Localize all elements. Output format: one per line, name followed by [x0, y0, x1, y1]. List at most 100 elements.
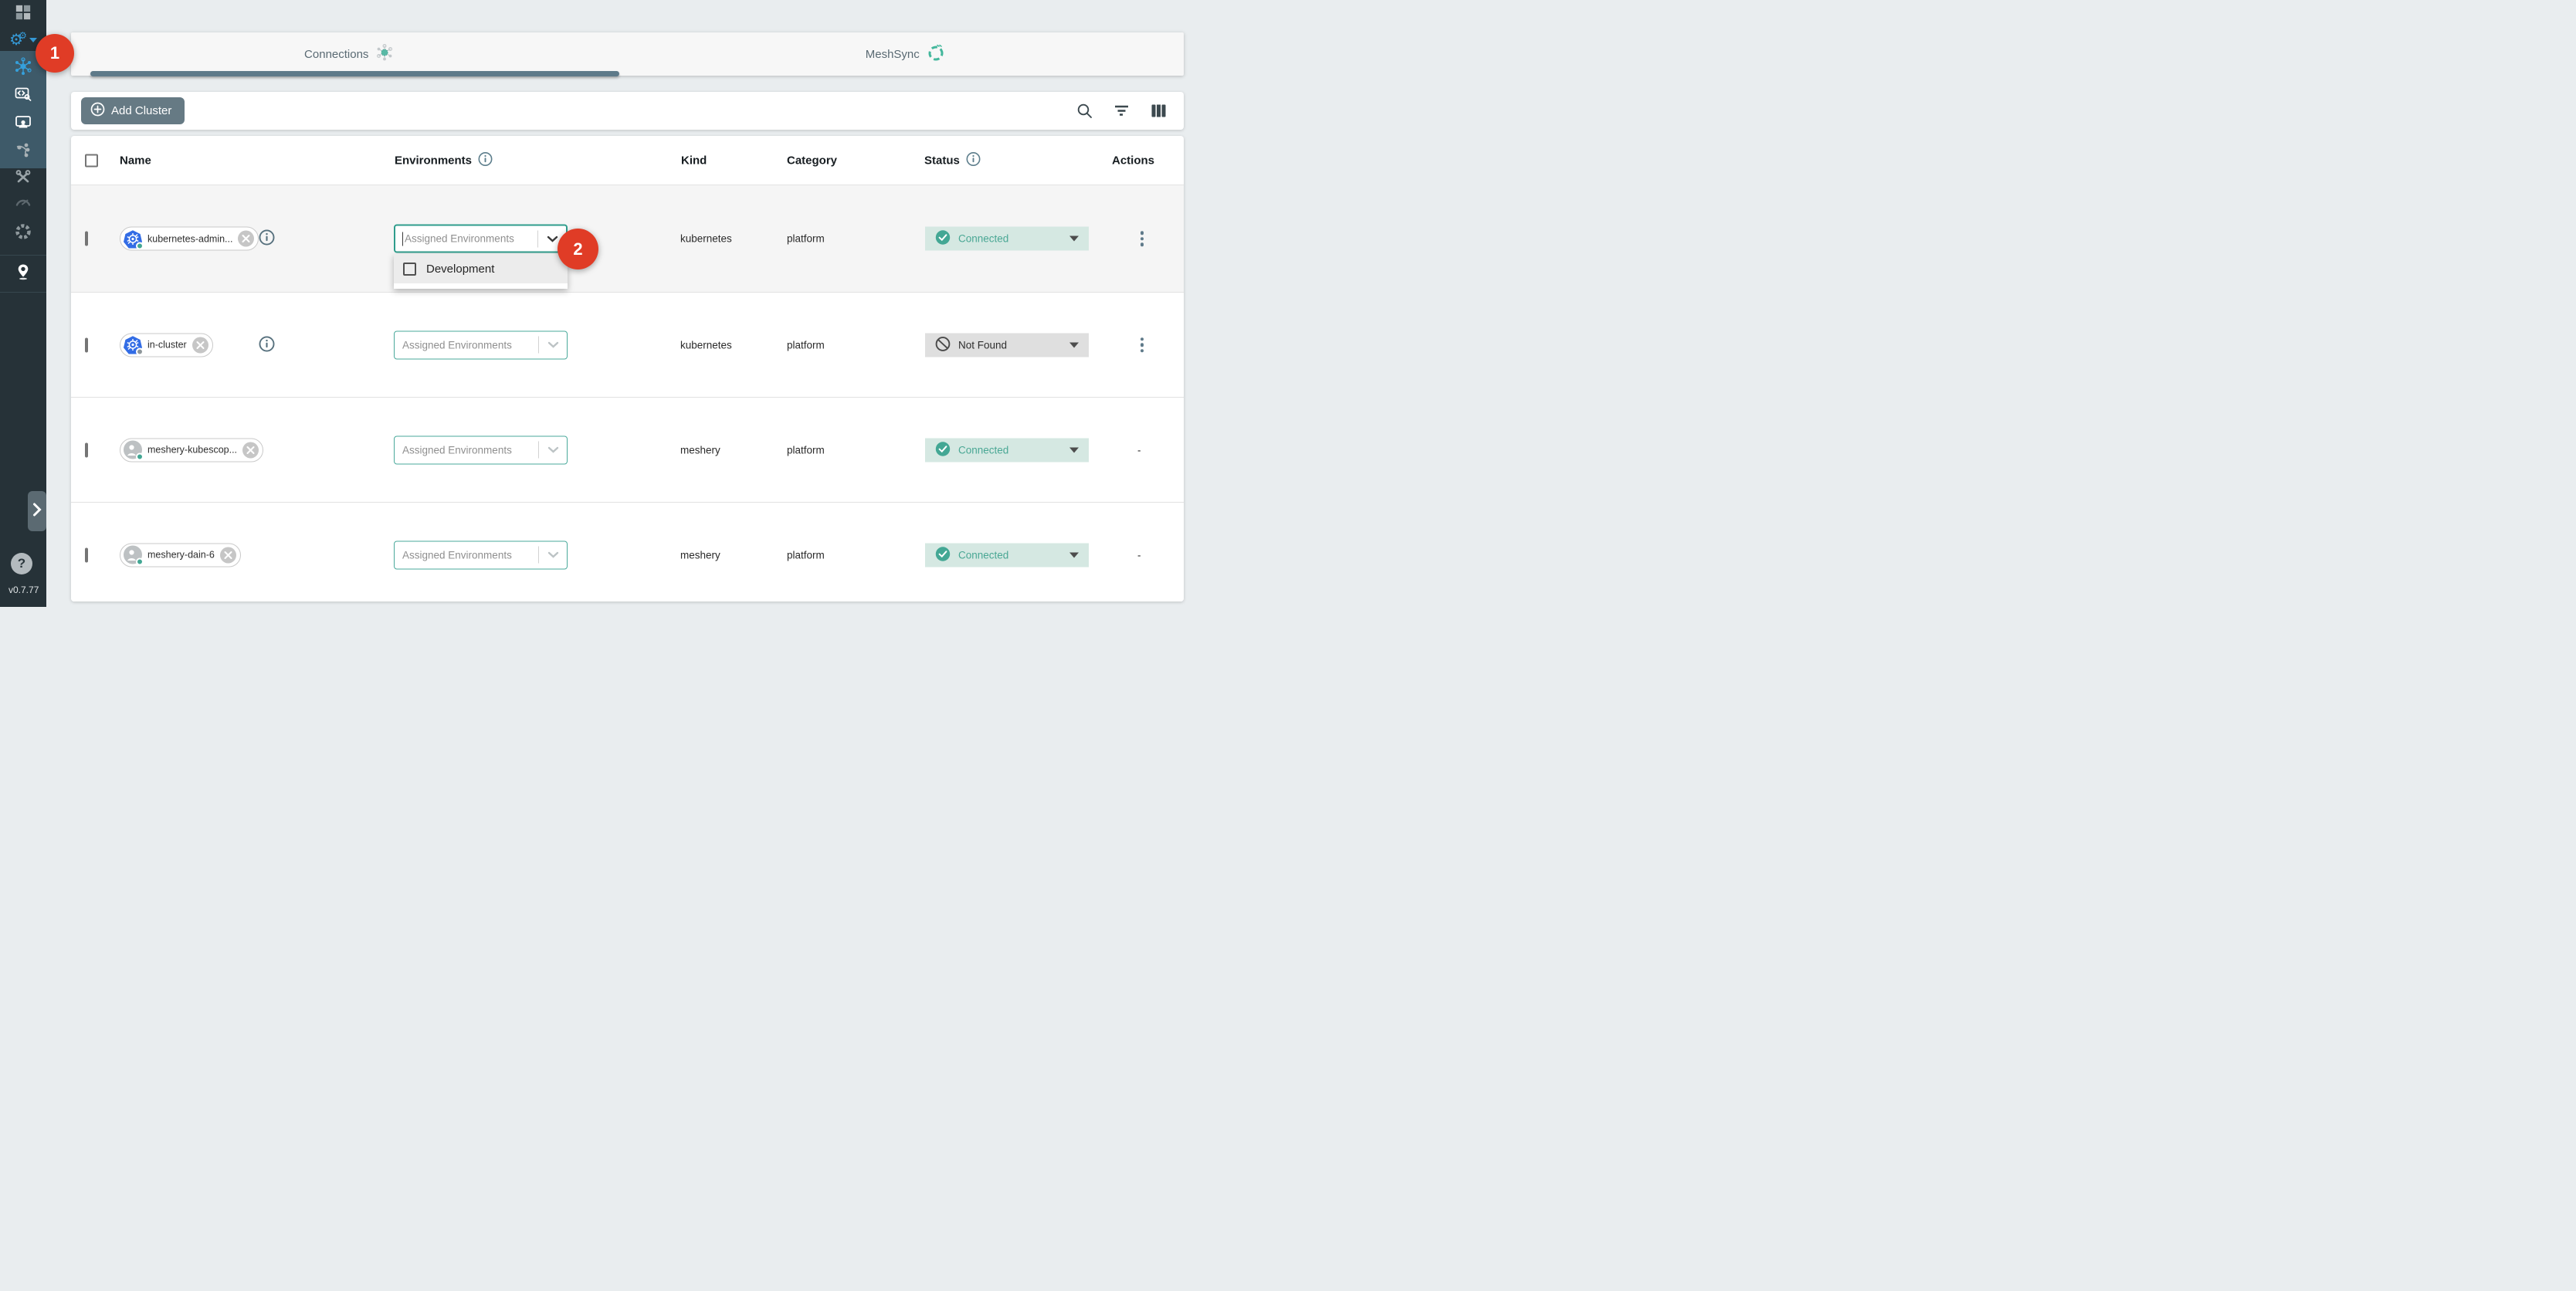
sidebar-item-dashboard[interactable]: [0, 0, 46, 28]
dropdown-option-development[interactable]: Development: [394, 254, 568, 283]
status-label: Connected: [958, 549, 1008, 561]
gear-small-icon: ⚙: [19, 31, 27, 40]
remove-connection-button[interactable]: [220, 547, 236, 563]
column-header-status: Status: [924, 151, 981, 169]
connection-info-button[interactable]: [259, 229, 275, 248]
annotation-step-2-badge: 2: [558, 229, 598, 269]
check-circle-icon: [935, 546, 951, 564]
select-all-checkbox[interactable]: [85, 154, 98, 167]
check-circle-icon: [935, 230, 951, 248]
location-pin-icon: [14, 263, 32, 285]
connections-mesh-icon: [14, 57, 32, 80]
connection-name-chip[interactable]: meshery-kubescop...: [120, 438, 263, 462]
info-icon[interactable]: [966, 151, 981, 169]
row-checkbox[interactable]: [85, 547, 88, 562]
environments-select[interactable]: Assigned Environments: [394, 540, 568, 569]
option-checkbox[interactable]: [403, 263, 416, 276]
sidebar-item-service-mesh[interactable]: [0, 137, 46, 165]
status-label: Not Found: [958, 339, 1007, 351]
connection-status-dot: [136, 558, 144, 566]
annotation-step-1-badge: 1: [36, 34, 74, 73]
option-label: Development: [426, 263, 494, 276]
table-row: in-cluster Assigned Environments kuberne…: [71, 293, 1184, 398]
meshery-avatar-icon: [124, 441, 142, 459]
connection-status-dot: [136, 242, 144, 249]
kubernetes-logo-icon: [124, 336, 142, 354]
kind-cell: kubernetes: [680, 339, 732, 351]
sidebar-item-playground[interactable]: [0, 82, 46, 110]
environments-placeholder: Assigned Environments: [396, 339, 512, 351]
connections-table: Name Environments Kind Category Status A…: [71, 136, 1184, 601]
add-cluster-label: Add Cluster: [111, 104, 171, 117]
environments-select[interactable]: Assigned Environments: [394, 435, 568, 464]
dropdown-arrow-icon: [1069, 447, 1079, 452]
connection-name: meshery-dain-6: [147, 550, 215, 561]
question-mark-icon: ?: [18, 556, 25, 571]
sidebar-item-location[interactable]: [0, 259, 46, 287]
row-checkbox[interactable]: [85, 442, 88, 457]
table-row: kubernetes-admin... Assigned Environment…: [71, 185, 1184, 293]
view-columns-button[interactable]: [1151, 103, 1167, 119]
connection-name-chip[interactable]: meshery-dain-6: [120, 543, 241, 567]
sidebar-item-toolkit[interactable]: [0, 164, 46, 192]
check-circle-icon: [935, 441, 951, 459]
column-header-category: Category: [787, 154, 837, 167]
connection-name: meshery-kubescop...: [147, 445, 237, 456]
remove-connection-button[interactable]: [238, 231, 254, 247]
table-row: meshery-kubescop... Assigned Environment…: [71, 398, 1184, 503]
connection-info-button[interactable]: [259, 336, 275, 354]
status-dropdown[interactable]: Not Found: [925, 333, 1089, 357]
chevron-down-icon[interactable]: [539, 341, 567, 349]
code-screen-wrench-icon: [14, 85, 32, 107]
sidebar-divider: [0, 292, 46, 293]
sidebar-expand-button[interactable]: [28, 491, 46, 531]
search-button[interactable]: [1076, 103, 1093, 119]
sidebar-item-remote-session[interactable]: [0, 110, 46, 137]
connection-name-chip[interactable]: in-cluster: [120, 333, 213, 357]
connection-status-dot: [136, 348, 144, 356]
remove-connection-button[interactable]: [192, 337, 208, 353]
dropdown-footer-strip: [394, 283, 568, 289]
tab-bar: Connections MeshSync: [71, 32, 1184, 76]
column-header-kind: Kind: [681, 154, 707, 167]
category-cell: platform: [787, 549, 825, 561]
row-checkbox[interactable]: [85, 337, 88, 352]
info-icon[interactable]: [478, 151, 493, 169]
sidebar-item-performance[interactable]: [0, 190, 46, 218]
status-dropdown[interactable]: Connected: [925, 543, 1089, 567]
environments-select[interactable]: Assigned Environments: [394, 225, 568, 253]
tab-connections[interactable]: Connections: [71, 32, 628, 76]
row-actions-menu-button[interactable]: [1136, 337, 1148, 353]
environments-select[interactable]: Assigned Environments: [394, 330, 568, 359]
environments-dropdown-menu: Development: [394, 254, 568, 289]
status-dropdown[interactable]: Connected: [925, 438, 1089, 462]
environments-placeholder: Assigned Environments: [405, 233, 514, 245]
help-button[interactable]: ?: [11, 553, 32, 574]
chevron-down-icon: [29, 38, 37, 42]
connection-name-chip[interactable]: kubernetes-admin...: [120, 227, 259, 251]
remove-connection-button[interactable]: [242, 442, 259, 458]
table-row: meshery-dain-6 Assigned Environments mes…: [71, 503, 1184, 601]
kind-cell: meshery: [680, 444, 720, 456]
segmented-ring-icon: [14, 222, 32, 245]
table-header-row: Name Environments Kind Category Status A…: [71, 136, 1184, 185]
filter-button[interactable]: [1113, 103, 1130, 119]
status-dropdown[interactable]: Connected: [925, 227, 1089, 251]
row-actions-menu-button[interactable]: [1136, 231, 1148, 246]
category-cell: platform: [787, 233, 825, 245]
dropdown-arrow-icon: [1069, 342, 1079, 347]
add-cluster-button[interactable]: Add Cluster: [81, 97, 185, 124]
category-cell: platform: [787, 339, 825, 351]
tab-meshsync[interactable]: MeshSync: [628, 32, 1185, 76]
sidebar-divider: [0, 255, 46, 256]
row-checkbox[interactable]: [85, 232, 88, 246]
chevron-down-icon[interactable]: [539, 551, 567, 559]
kind-cell: meshery: [680, 549, 720, 561]
row-actions-empty: -: [1137, 444, 1141, 456]
status-label: Connected: [958, 233, 1008, 245]
plus-circle-icon: [90, 102, 105, 120]
tab-connections-label: Connections: [304, 48, 368, 61]
sidebar-item-patterns[interactable]: [0, 219, 46, 247]
active-tab-indicator: [90, 71, 619, 76]
chevron-down-icon[interactable]: [539, 446, 567, 454]
